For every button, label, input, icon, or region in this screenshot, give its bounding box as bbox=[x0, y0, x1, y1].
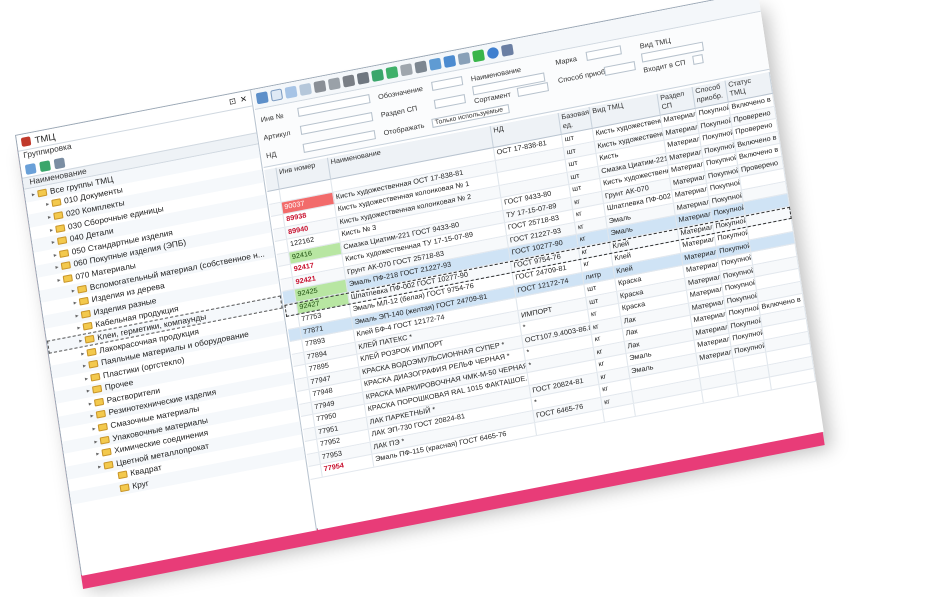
link-icon[interactable] bbox=[457, 52, 471, 66]
method-label: Способ приоб bbox=[557, 68, 606, 85]
folder-icon bbox=[53, 211, 64, 220]
inv-label: Инв № bbox=[260, 112, 285, 125]
folder-icon bbox=[51, 198, 62, 208]
folder-icon bbox=[60, 261, 72, 271]
method-input[interactable] bbox=[603, 61, 636, 76]
help-icon[interactable] bbox=[486, 46, 500, 60]
expand-arrow-icon[interactable] bbox=[110, 476, 118, 478]
in-sp-label: Входит в СП bbox=[643, 59, 686, 75]
brand-input[interactable] bbox=[585, 45, 622, 61]
folder-icon bbox=[103, 460, 114, 470]
folder-icon bbox=[88, 359, 99, 369]
grid-body: ОСТ 17-838-81 шт Кисть художественна... Мат… bbox=[267, 93, 817, 480]
folder-icon bbox=[55, 223, 66, 233]
designation-label: Обозначение bbox=[377, 85, 424, 102]
cancel-icon[interactable] bbox=[327, 77, 341, 91]
folder-icon bbox=[90, 372, 101, 382]
folder-icon bbox=[76, 284, 88, 294]
tree-node-label: Круг bbox=[131, 478, 150, 491]
expand-arrow-icon[interactable] bbox=[112, 489, 120, 491]
designation-input[interactable] bbox=[431, 76, 464, 91]
book-icon[interactable] bbox=[500, 43, 514, 57]
folder-icon bbox=[78, 296, 90, 306]
folder-icon bbox=[82, 322, 93, 331]
folder-icon bbox=[80, 309, 91, 319]
folder-icon bbox=[56, 236, 68, 246]
app-window: – □ ✕ ТМЦ ⊡ ✕ Группировка Наименование ▸… bbox=[15, 0, 824, 576]
print-icon[interactable] bbox=[399, 63, 413, 77]
folder-icon bbox=[119, 483, 130, 493]
items-panel: Инв № Артикул НД Обозначение Раздел СП О… bbox=[252, 0, 824, 531]
pin-icon[interactable]: ⊡ bbox=[228, 96, 236, 106]
edit-icon[interactable] bbox=[284, 85, 298, 99]
folder-icon bbox=[95, 410, 107, 420]
close-doc-icon[interactable] bbox=[342, 74, 356, 88]
folder-icon bbox=[99, 435, 110, 445]
folder-icon bbox=[62, 274, 73, 283]
folder-icon bbox=[84, 334, 95, 344]
tmc-icon bbox=[20, 136, 32, 147]
folder-icon bbox=[37, 188, 48, 198]
panel-title: ТМЦ bbox=[34, 130, 56, 145]
folder-icon bbox=[93, 397, 105, 407]
nd-label: НД bbox=[265, 151, 277, 161]
folder-icon bbox=[86, 347, 97, 357]
close-panel-icon[interactable]: ✕ bbox=[239, 94, 247, 104]
filter-icon[interactable] bbox=[53, 157, 66, 170]
folder-icon bbox=[58, 248, 70, 258]
settings-icon[interactable] bbox=[414, 60, 428, 74]
search-icon[interactable] bbox=[24, 163, 37, 175]
delete-icon[interactable] bbox=[313, 80, 327, 94]
folder-icon bbox=[92, 385, 103, 394]
stage: – □ ✕ ТМЦ ⊡ ✕ Группировка Наименование ▸… bbox=[0, 0, 932, 597]
show-label: Отображать bbox=[383, 122, 425, 138]
section-label: Раздел СП bbox=[380, 105, 418, 120]
export-icon[interactable] bbox=[443, 54, 457, 68]
folder-icon bbox=[97, 422, 108, 432]
copy-icon[interactable] bbox=[299, 82, 312, 96]
folder-icon bbox=[117, 470, 128, 480]
funnel-icon[interactable] bbox=[472, 49, 486, 63]
article-label: Артикул bbox=[263, 129, 292, 143]
filter-icon[interactable] bbox=[385, 66, 399, 80]
group-tree: ▸ Все группы ТМЦ ▸ 010 Документы ▸ 020 Компле… bbox=[24, 144, 306, 505]
folder-icon bbox=[101, 448, 112, 457]
report-icon[interactable] bbox=[428, 57, 442, 71]
in-sp-checkbox[interactable] bbox=[692, 54, 704, 65]
section-input[interactable] bbox=[433, 94, 466, 109]
save-icon[interactable] bbox=[356, 71, 370, 85]
tree-view-icon[interactable] bbox=[255, 91, 269, 105]
brand-label: Марка bbox=[554, 55, 578, 67]
new-document-icon[interactable] bbox=[270, 88, 284, 102]
refresh-icon[interactable] bbox=[371, 68, 385, 82]
refresh-icon[interactable] bbox=[39, 160, 52, 173]
